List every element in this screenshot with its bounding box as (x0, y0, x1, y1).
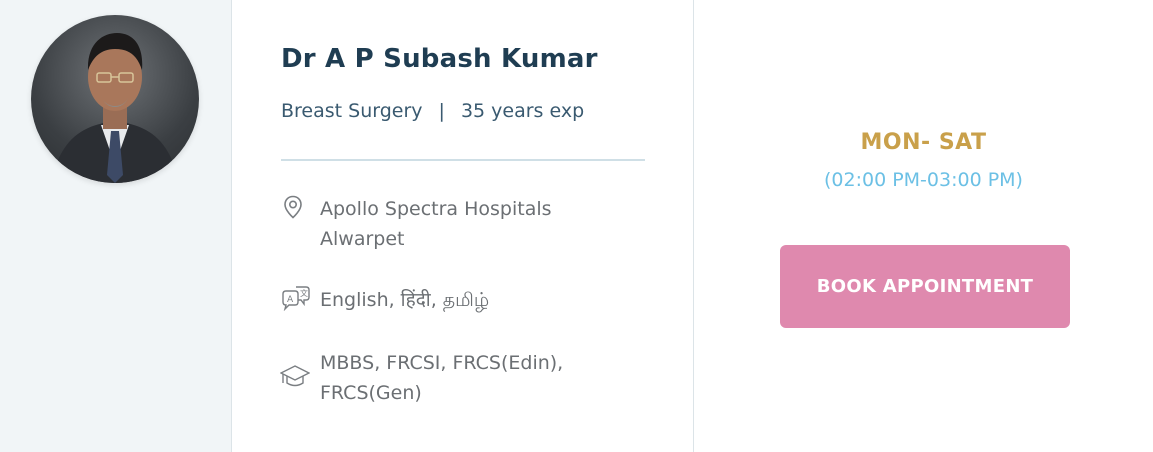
svg-text:A: A (287, 295, 294, 305)
qualifications-row: MBBS, FRCSI, FRCS(Edin), FRCS(Gen) (279, 348, 620, 408)
languages-text: English, हिंदी, தமிழ் (320, 289, 490, 311)
doctor-photo (51, 33, 179, 183)
divider (281, 159, 645, 161)
experience: 35 years exp (460, 100, 585, 122)
book-appointment-button[interactable]: BOOK APPOINTMENT (780, 245, 1070, 328)
location-text: Apollo Spectra Hospitals Alwarpet (320, 198, 552, 250)
graduation-cap-icon (279, 363, 311, 389)
doctor-details: Dr A P Subash Kumar Breast Surgery | 35 ye… (232, 0, 694, 452)
qualifications-text: MBBS, FRCSI, FRCS(Edin), FRCS(Gen) (320, 352, 564, 404)
specialty-line: Breast Surgery | 35 years exp (281, 100, 584, 122)
booking-panel: MON- SAT (02:00 PM-03:00 PM) BOOK APPOIN… (694, 0, 1153, 452)
map-pin-icon (280, 194, 306, 220)
location-row: Apollo Spectra Hospitals Alwarpet (280, 194, 620, 254)
specialty: Breast Surgery (281, 100, 423, 122)
photo-panel (0, 0, 232, 452)
doctor-name[interactable]: Dr A P Subash Kumar (281, 44, 598, 74)
translate-icon: A 文 (280, 285, 310, 312)
availability-days: MON- SAT (860, 130, 987, 155)
doctor-avatar[interactable] (31, 15, 199, 183)
languages-row: A 文 English, हिंदी, தமிழ் (280, 285, 620, 315)
separator: | (438, 100, 445, 122)
availability-hours: (02:00 PM-03:00 PM) (824, 169, 1023, 191)
svg-text:文: 文 (300, 288, 308, 298)
doctor-card: Dr A P Subash Kumar Breast Surgery | 35 ye… (0, 0, 1153, 452)
